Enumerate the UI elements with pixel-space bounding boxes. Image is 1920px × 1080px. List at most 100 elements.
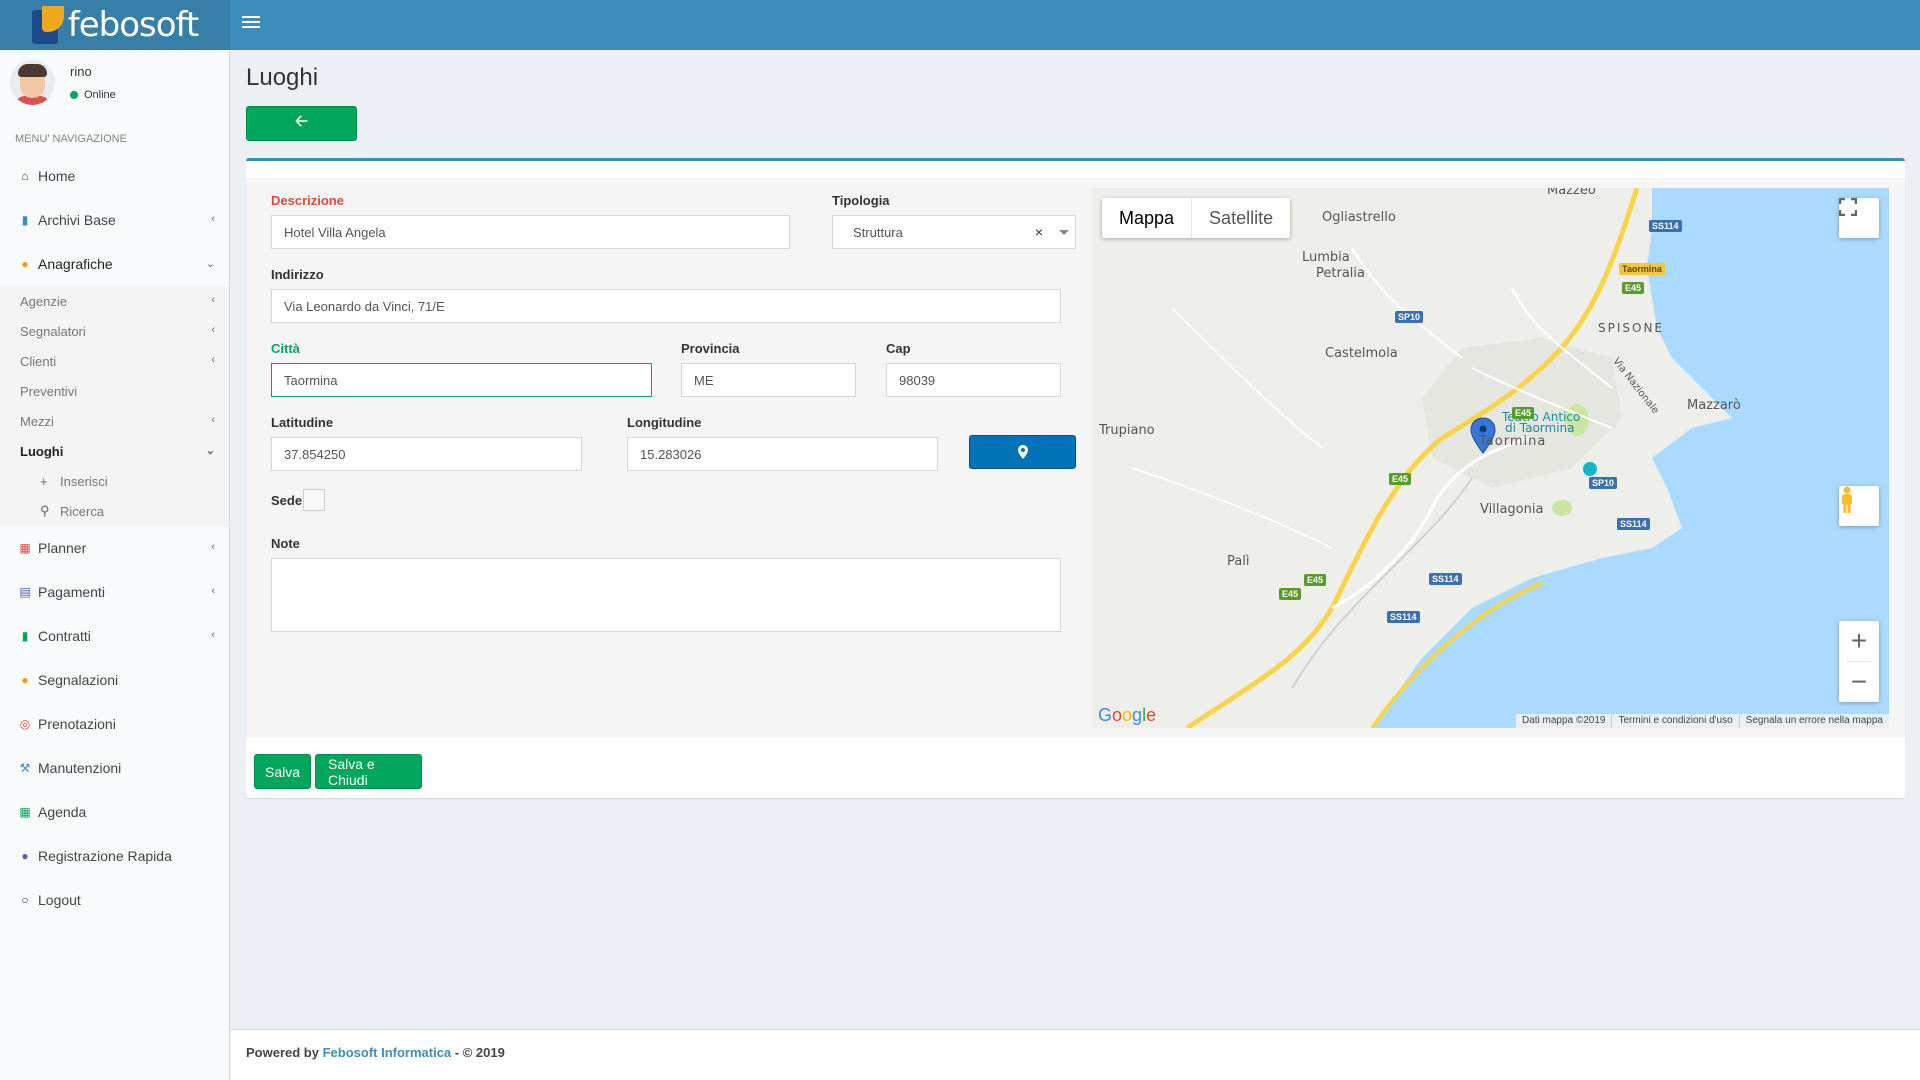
- provincia-input[interactable]: ME: [681, 363, 856, 397]
- map-place-label: Taormina: [1479, 434, 1547, 449]
- menu-header: MENU' NAVIGAZIONE: [15, 133, 127, 145]
- fullscreen-icon: [1839, 198, 1857, 216]
- sidebar-item-ricerca[interactable]: ⚲ Ricerca: [0, 496, 229, 526]
- sidebar-item-agenzie[interactable]: Agenzie ‹: [0, 286, 229, 316]
- map-place-label: Trupiano: [1099, 423, 1155, 438]
- road-sign: E45: [1512, 407, 1535, 419]
- sidebar-item-segnalazioni[interactable]: ● Segnalazioni: [0, 658, 229, 702]
- avatar: [10, 60, 55, 105]
- citta-input[interactable]: Taormina: [271, 363, 652, 397]
- map-type-control: Mappa Satellite: [1102, 198, 1291, 238]
- map-place-label: Villagonia: [1480, 502, 1544, 517]
- road-sign: SS114: [1649, 220, 1682, 232]
- descrizione-input[interactable]: Hotel Villa Angela: [271, 215, 790, 249]
- sidebar-item-clienti[interactable]: Clienti ‹: [0, 346, 229, 376]
- form-body: Descrizione Hotel Villa Angela Tipologia…: [246, 178, 1905, 738]
- map-report-link[interactable]: Segnala un errore nella mappa: [1738, 714, 1889, 728]
- map-poi-label: di Taormina: [1505, 421, 1575, 435]
- form-box: Descrizione Hotel Villa Angela Tipologia…: [246, 158, 1905, 798]
- note-textarea[interactable]: [271, 558, 1061, 632]
- sede-checkbox[interactable]: [303, 489, 325, 511]
- chevron-left-icon: ‹: [211, 629, 215, 641]
- map-place-label: Mazzarò: [1687, 398, 1741, 413]
- sidebar-toggle-icon[interactable]: [242, 16, 260, 34]
- sidebar-item-registrazione-rapida[interactable]: ● Registrazione Rapida: [0, 834, 229, 878]
- locate-button[interactable]: [969, 435, 1076, 469]
- sidebar-item-segnalatori[interactable]: Segnalatori ‹: [0, 316, 229, 346]
- footer-copyright: - © 2019: [454, 1045, 505, 1060]
- user-name: rino: [70, 64, 92, 79]
- indirizzo-input[interactable]: Via Leonardo da Vinci, 71/E: [271, 289, 1061, 323]
- clear-icon[interactable]: ×: [1035, 224, 1043, 240]
- longitudine-input[interactable]: 15.283026: [627, 437, 938, 471]
- road-sign: SS114: [1429, 573, 1462, 585]
- google-logo[interactable]: Google: [1098, 705, 1156, 726]
- sidebar-item-pagamenti[interactable]: ▤ Pagamenti ‹: [0, 570, 229, 614]
- user-panel: rino Online: [0, 50, 229, 124]
- plus-icon: +: [40, 473, 48, 489]
- online-dot-icon: [70, 91, 78, 99]
- sidebar-item-manutenzioni[interactable]: ⚒ Manutenzioni: [0, 746, 229, 790]
- logo-text: febosoft: [67, 5, 199, 45]
- footer-company-link[interactable]: Febosoft Informatica: [323, 1045, 452, 1060]
- road-sign: E45: [1389, 473, 1412, 485]
- chevron-left-icon: ‹: [211, 213, 215, 225]
- sidebar-item-archivi-base[interactable]: ▮ Archivi Base ‹: [0, 198, 229, 242]
- sidebar-item-logout[interactable]: ○ Logout: [0, 878, 229, 922]
- chevron-left-icon: ‹: [211, 324, 215, 336]
- map-terms-link[interactable]: Termini e condizioni d'uso: [1611, 714, 1738, 728]
- credit-card-icon: ▤: [19, 585, 31, 599]
- zoom-control: + −: [1839, 621, 1879, 702]
- zoom-in-icon[interactable]: +: [1839, 621, 1879, 661]
- map-place-label: Petralia: [1316, 266, 1365, 281]
- longitudine-label: Longitudine: [627, 415, 702, 430]
- road-sign: SS114: [1387, 611, 1420, 623]
- chevron-down-icon: [1059, 230, 1069, 235]
- tipologia-label: Tipologia: [832, 193, 890, 208]
- road-sign: E45: [1279, 588, 1302, 600]
- users-icon: ●: [21, 849, 29, 863]
- toast-overlay: [736, 50, 1186, 94]
- fullscreen-button[interactable]: [1839, 198, 1879, 238]
- map-place-label: Castelmola: [1325, 346, 1398, 361]
- page-footer: Powered by Febosoft Informatica - © 2019: [231, 1029, 1920, 1080]
- back-button[interactable]: 🡠: [246, 106, 357, 141]
- file-icon: ▮: [21, 629, 29, 643]
- save-button[interactable]: Salva: [254, 754, 311, 789]
- sidebar-item-preventivi[interactable]: Preventivi: [0, 376, 229, 406]
- sidebar-item-prenotazioni[interactable]: ◎ Prenotazioni: [0, 702, 229, 746]
- sede-label: Sede: [271, 493, 303, 508]
- sidebar-item-contratti[interactable]: ▮ Contratti ‹: [0, 614, 229, 658]
- latitudine-input[interactable]: 37.854250: [271, 437, 582, 471]
- cap-input[interactable]: 98039: [886, 363, 1061, 397]
- book-icon: ▮: [21, 213, 29, 227]
- sidebar-item-inserisci[interactable]: + Inserisci: [0, 466, 229, 496]
- logo[interactable]: febosoft: [0, 0, 230, 50]
- sidebar-item-planner[interactable]: ▦ Planner ‹: [0, 526, 229, 570]
- search-icon: ⚲: [40, 503, 50, 518]
- page-title: Luoghi: [246, 64, 319, 91]
- save-close-button[interactable]: Salva e Chiudi: [315, 754, 422, 789]
- chevron-left-icon: ‹: [211, 541, 215, 553]
- top-navbar: febosoft: [0, 0, 1920, 50]
- map-place-label: Mazzeo: [1547, 188, 1596, 198]
- map[interactable]: Mazzeo Ogliastrello Lumbia Petralia SPIS…: [1092, 188, 1889, 728]
- map-place-label: Ogliastrello: [1322, 210, 1396, 225]
- map-type-mappa[interactable]: Mappa: [1102, 198, 1191, 238]
- tipologia-select[interactable]: Struttura ×: [832, 215, 1076, 249]
- home-icon: ⌂: [21, 169, 29, 183]
- sidebar-item-home[interactable]: ⌂ Home: [0, 154, 229, 198]
- latitudine-label: Latitudine: [271, 415, 334, 430]
- map-canvas: [1092, 188, 1889, 728]
- sidebar-item-anagrafiche[interactable]: ● Anagrafiche ⌄: [0, 242, 229, 286]
- zoom-out-icon[interactable]: −: [1839, 662, 1879, 702]
- sidebar-item-mezzi[interactable]: Mezzi ‹: [0, 406, 229, 436]
- road-sign: E45: [1622, 282, 1645, 294]
- road-sign: SP10: [1589, 477, 1618, 489]
- sidebar-item-agenda[interactable]: ▦ Agenda: [0, 790, 229, 834]
- sidebar-item-luoghi[interactable]: Luoghi ⌄: [0, 436, 229, 466]
- note-label: Note: [271, 536, 300, 551]
- map-type-satellite[interactable]: Satellite: [1191, 198, 1290, 238]
- calendar-icon: ▦: [19, 541, 31, 555]
- street-view-button[interactable]: [1839, 486, 1879, 526]
